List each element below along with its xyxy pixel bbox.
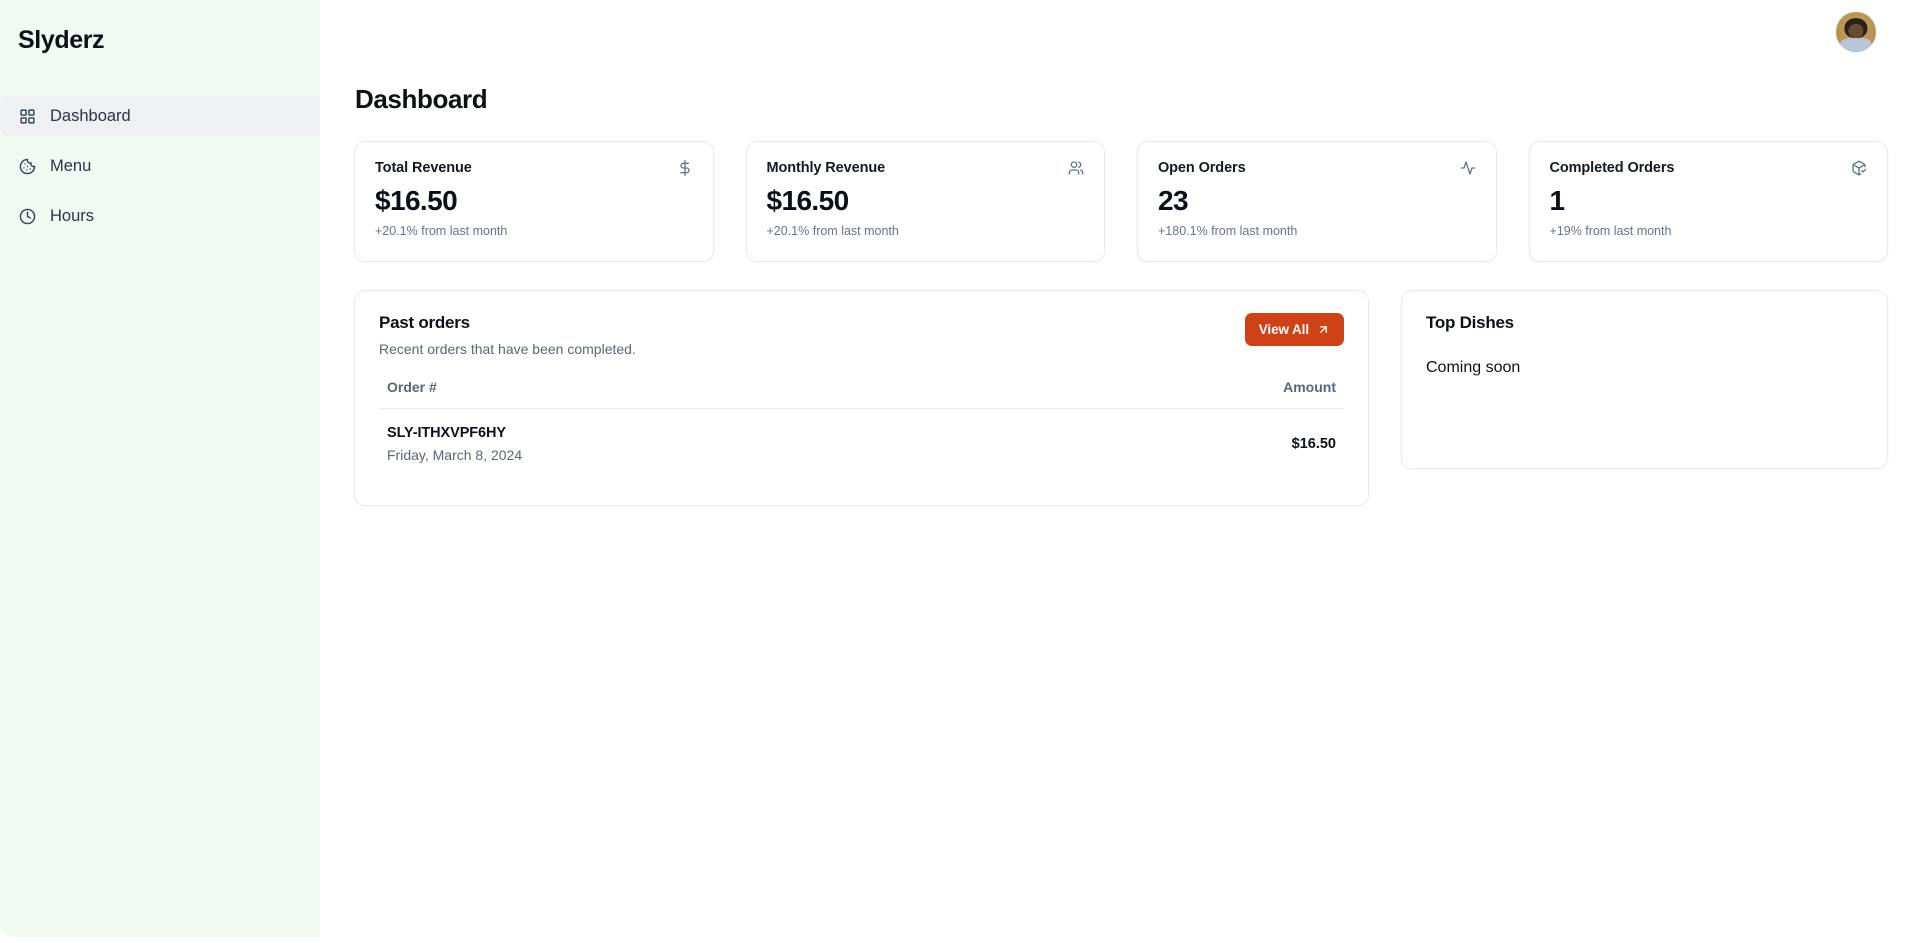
stat-title: Completed Orders [1549,160,1675,176]
order-date: Friday, March 8, 2024 [387,447,523,463]
brand: Slyderz [0,0,320,64]
stat-value: $16.50 [375,185,458,216]
app-root: Slyderz Dashboard Menu Hours Dashboard T… [0,0,1920,943]
stat-subtext: +20.1% from last month [375,224,508,239]
order-id: SLY-ITHXVPF6HY [387,425,506,441]
panel-subtitle: Recent orders that have been completed. [379,341,636,357]
stat-header: Completed Orders [1550,160,1868,176]
amount-cell: $16.50 [1042,409,1344,482]
topbar [320,0,1920,64]
sidebar-item-hours[interactable]: Hours [0,196,320,236]
stat-title: Total Revenue [375,160,472,176]
stat-card-completed-orders: Completed Orders 1 +19% from last month [1528,141,1888,262]
nav-gap [0,136,320,146]
package-check-icon [1851,160,1867,176]
dashboard-content: Dashboard Total Revenue $16.50 +20.1% fr… [320,84,1920,506]
main-content: Dashboard Total Revenue $16.50 +20.1% fr… [320,0,1920,943]
column-header-amount: Amount [1041,379,1344,409]
page-title: Dashboard [355,84,488,114]
table-body: SLY-ITHXVPF6HY Friday, March 8, 2024 $16… [379,409,1344,482]
past-orders-table: Order # Amount SLY-ITHXVPF6HY Friday, Ma… [379,379,1344,481]
stat-subtext: +180.1% from last month [1158,224,1298,239]
dollar-sign-icon [677,160,693,176]
stat-card-open-orders: Open Orders 23 +180.1% from last month [1137,141,1497,262]
past-orders-panel: Past orders Recent orders that have been… [354,290,1369,506]
cookie-icon [18,157,37,176]
stat-title: Monthly Revenue [766,160,886,176]
sidebar-item-label: Dashboard [50,106,131,125]
stat-header: Total Revenue [375,160,693,176]
top-dishes-panel: Top Dishes Coming soon [1401,290,1888,469]
stat-card-monthly-revenue: Monthly Revenue $16.50 +20.1% from last … [745,141,1105,262]
stat-value: 1 [1549,185,1566,216]
avatar-body [1840,38,1872,52]
activity-icon [1460,160,1476,176]
panel-title: Past orders [379,313,470,332]
table-header-row: Order # Amount [379,379,1344,409]
view-all-label: View All [1258,322,1309,337]
order-amount: $16.50 [1291,436,1336,452]
stat-subtext: +19% from last month [1549,224,1672,239]
stat-card-total-revenue: Total Revenue $16.50 +20.1% from last mo… [354,141,714,262]
nav-gap [0,186,320,196]
lower-row: Past orders Recent orders that have been… [354,290,1888,506]
arrow-up-right-icon [1317,323,1330,336]
users-icon [1068,160,1084,176]
stat-header: Monthly Revenue [767,160,1085,176]
clock-icon [18,207,37,226]
column-header-order-id: Order # [379,379,1042,409]
stat-value: $16.50 [766,185,850,216]
sidebar-item-label: Menu [50,156,92,175]
stat-header: Open Orders [1158,160,1476,176]
grid-icon [18,107,37,126]
panel-title: Top Dishes [1426,313,1514,332]
brand-name: Slyderz [18,25,105,54]
avatar[interactable] [1836,12,1876,52]
past-orders-heading-group: Past orders Recent orders that have been… [379,313,636,357]
past-orders-header: Past orders Recent orders that have been… [379,313,1344,357]
sidebar-item-menu[interactable]: Menu [0,146,320,186]
sidebar-nav: Dashboard Menu Hours [0,96,320,236]
order-cell: SLY-ITHXVPF6HY Friday, March 8, 2024 [379,409,1042,482]
top-dishes-body: Coming soon [1426,359,1521,376]
stat-title: Open Orders [1158,160,1246,176]
stat-value: 23 [1158,185,1189,216]
sidebar: Slyderz Dashboard Menu Hours [0,0,320,937]
stat-subtext: +20.1% from last month [766,224,899,239]
sidebar-item-dashboard[interactable]: Dashboard [0,96,320,136]
table-header: Order # Amount [379,379,1344,409]
view-all-button[interactable]: View All [1244,313,1344,346]
sidebar-item-label: Hours [50,206,95,225]
stats-grid: Total Revenue $16.50 +20.1% from last mo… [354,141,1888,262]
table-row[interactable]: SLY-ITHXVPF6HY Friday, March 8, 2024 $16… [379,409,1344,482]
